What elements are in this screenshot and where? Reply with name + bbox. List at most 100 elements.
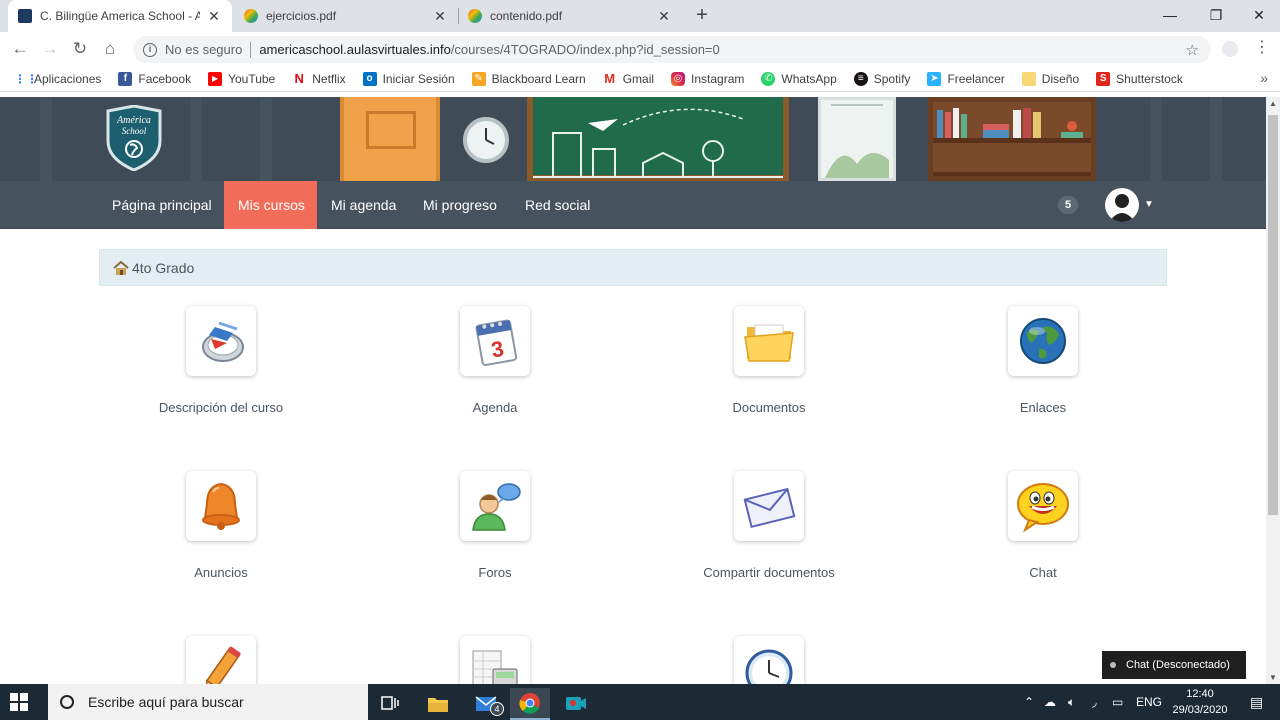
screen-recorder-icon[interactable]	[556, 688, 596, 720]
tab-ejercicios[interactable]: ejercicios.pdf ✕	[234, 0, 458, 32]
new-tab-icon[interactable]: +	[690, 4, 714, 28]
info-icon[interactable]: i	[143, 42, 157, 57]
bookmark-facebook[interactable]: f Facebook	[118, 71, 191, 86]
battery-icon[interactable]: ▭	[1112, 684, 1123, 720]
tool-agenda[interactable]: 3 Agenda	[385, 306, 605, 415]
tool-tareas[interactable]	[111, 636, 331, 684]
security-label[interactable]: No es seguro	[165, 42, 242, 57]
tool-foros[interactable]: Foros	[385, 471, 605, 580]
tool-documentos[interactable]: Documentos	[659, 306, 879, 415]
task-view-icon[interactable]	[370, 688, 410, 720]
home-icon[interactable]	[113, 260, 129, 275]
tool-icon-box[interactable]	[186, 471, 256, 541]
menu-icon[interactable]: ⋮	[1254, 40, 1270, 56]
close-window-icon[interactable]: ✕	[1237, 0, 1280, 32]
scrollbar-thumb[interactable]	[1268, 115, 1278, 515]
tool-icon-box[interactable]: 3	[460, 306, 530, 376]
chrome-icon[interactable]	[510, 688, 550, 720]
back-icon[interactable]: ←	[8, 37, 32, 61]
close-icon[interactable]: ✕	[656, 8, 672, 25]
tool-enlaces[interactable]: Enlaces	[933, 306, 1153, 415]
address-bar[interactable]: i No es seguro americaschool.aulasvirtua…	[133, 36, 1211, 63]
home-icon[interactable]: ⌂	[98, 37, 122, 61]
tool-label[interactable]: Chat	[933, 565, 1153, 580]
close-icon[interactable]: ✕	[206, 8, 222, 25]
bookmark-label: Shutterstock	[1116, 71, 1183, 86]
tool-icon-box[interactable]	[734, 471, 804, 541]
chevron-down-icon[interactable]: ▼	[1144, 199, 1154, 210]
bookmark-spotify[interactable]: ≡ Spotify	[853, 71, 910, 86]
forward-icon[interactable]: →	[38, 37, 62, 61]
taskbar-search-input[interactable]: Escribe aquí para buscar	[48, 684, 368, 720]
tool-asistencia[interactable]	[659, 636, 879, 684]
nav-mi-agenda[interactable]: Mi agenda	[317, 181, 410, 229]
tab-contenido[interactable]: contenido.pdf ✕	[458, 0, 682, 32]
bookmark-shutterstock[interactable]: S Shutterstock	[1096, 71, 1183, 86]
profile-icon[interactable]	[1222, 41, 1238, 57]
scroll-up-icon[interactable]: ▲	[1269, 99, 1277, 108]
tool-compartir-documentos[interactable]: Compartir documentos	[659, 471, 879, 580]
tool-icon-box[interactable]	[1008, 306, 1078, 376]
close-icon[interactable]: ✕	[432, 8, 448, 25]
language-indicator[interactable]: ENG	[1136, 684, 1162, 720]
user-avatar[interactable]	[1105, 188, 1139, 222]
bookmark-netflix[interactable]: N Netflix	[292, 71, 346, 86]
school-logo[interactable]: América School	[105, 105, 163, 171]
nav-pagina-principal[interactable]: Página principal	[98, 181, 226, 229]
tool-label[interactable]: Compartir documentos	[659, 565, 879, 580]
volume-icon[interactable]: 🔈︎	[1068, 684, 1075, 720]
tool-label[interactable]: Enlaces	[933, 400, 1153, 415]
notifications-icon[interactable]: ▤	[1250, 684, 1263, 720]
tool-chat[interactable]: Chat	[933, 471, 1153, 580]
file-explorer-icon[interactable]	[418, 688, 458, 720]
show-hidden-icons-icon[interactable]: ⌃	[1024, 684, 1034, 720]
tab-america-school[interactable]: C. Bilingüe America School - Ame ✕	[8, 0, 232, 32]
nav-red-social[interactable]: Red social	[511, 181, 604, 229]
tool-label[interactable]: Agenda	[385, 400, 605, 415]
bookmark-whatsapp[interactable]: ✆ WhatsApp	[761, 71, 837, 86]
reload-icon[interactable]: ↻	[68, 37, 92, 61]
page-scrollbar[interactable]: ▲ ▼	[1266, 97, 1280, 684]
tool-icon-box[interactable]	[734, 636, 804, 684]
onedrive-icon[interactable]: ☁	[1044, 684, 1056, 720]
compass-icon	[202, 321, 244, 362]
tool-label[interactable]: Anuncios	[111, 565, 331, 580]
restore-icon[interactable]: ❐	[1194, 0, 1238, 32]
tool-anuncios[interactable]: Anuncios	[111, 471, 331, 580]
taskbar-clock[interactable]: 12:40 29/03/2020	[1160, 686, 1240, 718]
chat-status-widget[interactable]: Chat (Desconectado)	[1102, 651, 1246, 679]
breadcrumb-course[interactable]: 4to Grado	[132, 260, 194, 276]
tool-icon-box[interactable]	[734, 306, 804, 376]
minimize-icon[interactable]: —	[1148, 0, 1192, 32]
tool-icon-box[interactable]	[460, 636, 530, 684]
tool-icon-box[interactable]	[460, 471, 530, 541]
bookmark-youtube[interactable]: ▶ YouTube	[208, 71, 275, 86]
banner-stripe	[260, 97, 272, 181]
tool-label[interactable]: Foros	[385, 565, 605, 580]
mail-icon[interactable]: 4	[466, 688, 506, 720]
nav-mis-cursos[interactable]: Mis cursos	[224, 181, 317, 229]
tool-icon-box[interactable]	[1008, 471, 1078, 541]
scroll-down-icon[interactable]: ▼	[1269, 673, 1277, 682]
bookmark-aplicaciones[interactable]: ⋮⋮ Aplicaciones	[14, 71, 102, 86]
windows-start-icon[interactable]	[10, 693, 28, 711]
bookmark-freelancer[interactable]: ➤ Freelancer	[927, 71, 1005, 86]
bookmark-iniciar-sesion[interactable]: o Iniciar Sesión	[362, 71, 455, 86]
bookmark-gmail[interactable]: M Gmail	[602, 71, 654, 86]
bookmark-diseno[interactable]: Diseño	[1021, 71, 1079, 86]
bookmark-blackboard[interactable]: ✎ Blackboard Learn	[471, 71, 586, 86]
bookmark-instagram[interactable]: ◎ Instagram	[671, 71, 744, 86]
tool-calificaciones[interactable]	[385, 636, 605, 684]
bookmark-label: Aplicaciones	[34, 71, 102, 86]
tool-icon-box[interactable]	[186, 306, 256, 376]
bookmark-star-icon[interactable]: ☆	[1186, 41, 1199, 59]
wifi-icon[interactable]: ◞	[1092, 684, 1097, 720]
more-bookmarks-icon[interactable]: »	[1260, 70, 1268, 86]
tool-label[interactable]: Descripción del curso	[111, 400, 331, 415]
notification-badge[interactable]: 5	[1058, 196, 1078, 214]
nav-mi-progreso[interactable]: Mi progreso	[409, 181, 511, 229]
tool-descripcion[interactable]: Descripción del curso	[111, 306, 331, 415]
tool-icon-box[interactable]	[186, 636, 256, 684]
tool-label[interactable]: Documentos	[659, 400, 879, 415]
netflix-icon: N	[292, 71, 307, 86]
